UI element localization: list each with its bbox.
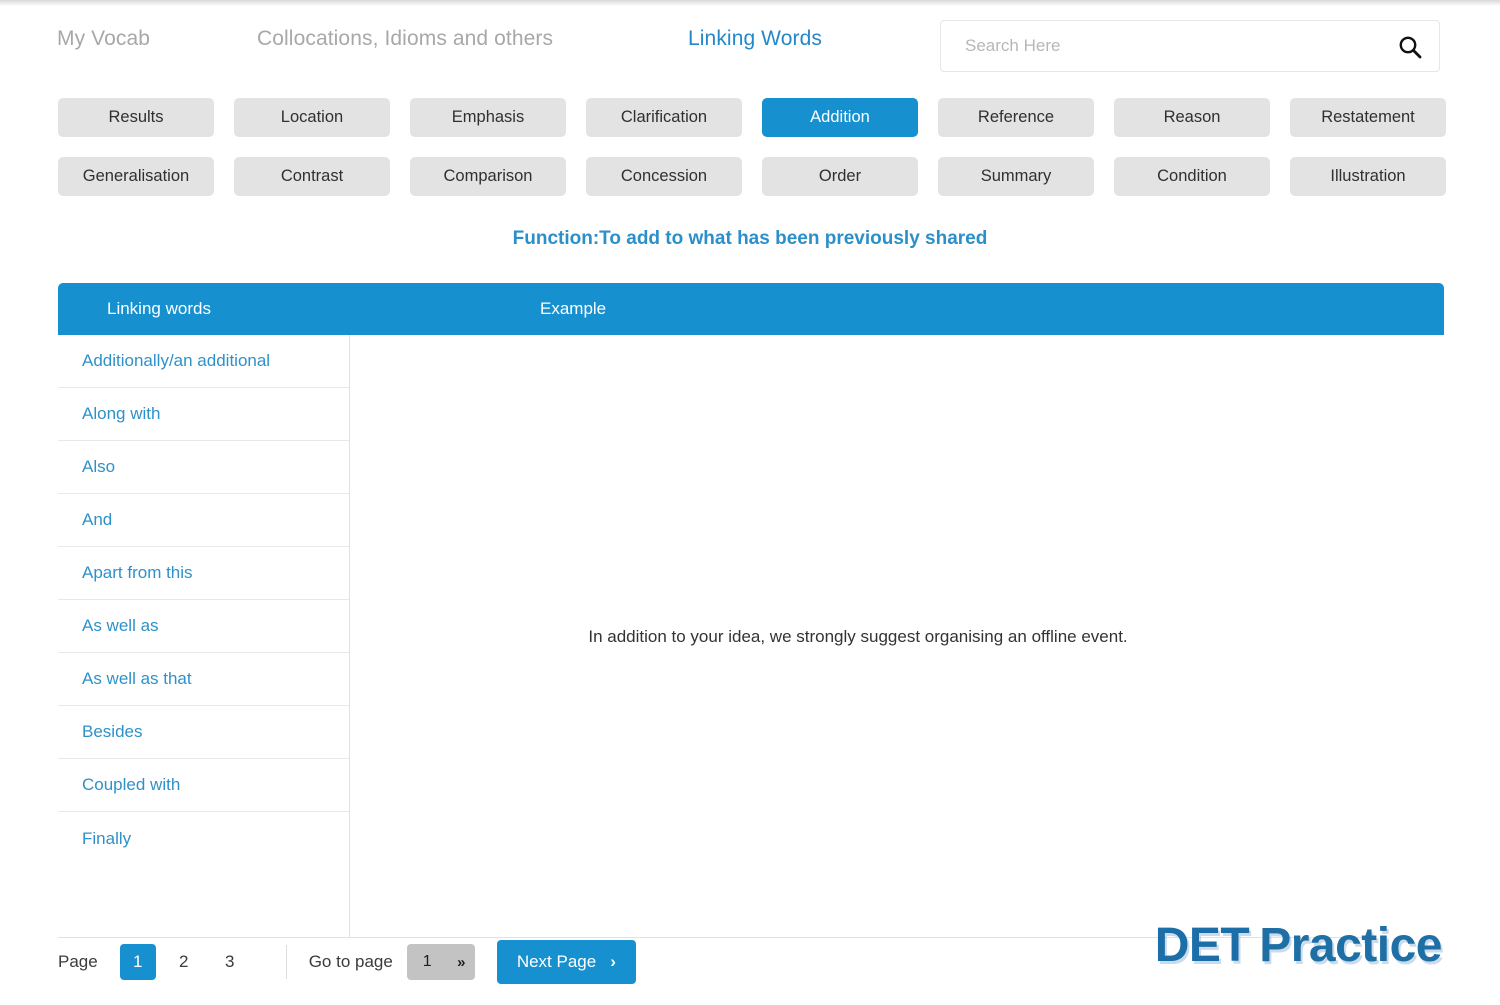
page-header: My Vocab Collocations, Idioms and others… (0, 7, 1500, 79)
nav-item-my-vocab[interactable]: My Vocab (57, 27, 150, 51)
det-practice-logo: DET Practice (1154, 918, 1443, 973)
page-number-3[interactable]: 3 (212, 944, 248, 980)
column-header-example: Example (540, 299, 607, 318)
list-item[interactable]: Finally (58, 812, 349, 865)
logo-text-practice: Practice (1259, 919, 1442, 972)
list-item[interactable]: Apart from this (58, 547, 349, 600)
category-button-grid: Results Location Emphasis Clarification … (58, 98, 1446, 196)
category-button-concession[interactable]: Concession (586, 157, 742, 196)
chevron-right-icon: › (610, 952, 616, 971)
linking-words-column: Additionally/an additional Along with Al… (58, 335, 350, 938)
category-button-emphasis[interactable]: Emphasis (410, 98, 566, 137)
category-button-results[interactable]: Results (58, 98, 214, 137)
double-chevron-right-icon[interactable]: » (457, 955, 465, 970)
category-button-clarification[interactable]: Clarification (586, 98, 742, 137)
search-box[interactable] (940, 20, 1440, 72)
nav-item-collocations[interactable]: Collocations, Idioms and others (257, 27, 553, 51)
example-sentence: In addition to your idea, we strongly su… (588, 626, 1128, 646)
go-to-page-control[interactable]: » (406, 944, 475, 980)
pagination-label: Page (58, 952, 98, 971)
table-body: Additionally/an additional Along with Al… (58, 335, 1365, 938)
list-item[interactable]: As well as that (58, 653, 349, 706)
next-page-button[interactable]: Next Page › (496, 940, 636, 984)
go-to-page-input[interactable] (416, 952, 439, 972)
column-header-linking-words: Linking words (107, 299, 211, 318)
category-button-addition[interactable]: Addition (762, 98, 918, 137)
list-item[interactable]: And (58, 494, 349, 547)
search-icon[interactable] (1397, 34, 1423, 60)
linking-words-page: My Vocab Collocations, Idioms and others… (0, 0, 1500, 1005)
logo-text-det: DET (1154, 919, 1250, 972)
table-header-row: Linking words Example (58, 283, 1444, 335)
list-item[interactable]: Additionally/an additional (58, 335, 349, 388)
page-number-2[interactable]: 2 (166, 944, 202, 980)
go-to-page-label: Go to page (308, 952, 393, 971)
top-shadow-strip (0, 0, 1500, 7)
nav-item-linking-words[interactable]: Linking Words (688, 27, 822, 51)
category-button-reason[interactable]: Reason (1114, 98, 1270, 137)
list-item[interactable]: Coupled with (58, 759, 349, 812)
example-column: In addition to your idea, we strongly su… (351, 335, 1365, 938)
category-button-comparison[interactable]: Comparison (410, 157, 566, 196)
list-item[interactable]: Besides (58, 706, 349, 759)
category-button-restatement[interactable]: Restatement (1290, 98, 1446, 137)
pagination-bar: Page 1 2 3 Go to page » Next Page › (58, 938, 636, 986)
next-page-label: Next Page (516, 952, 597, 971)
list-item[interactable]: As well as (58, 600, 349, 653)
category-button-summary[interactable]: Summary (938, 157, 1094, 196)
category-button-contrast[interactable]: Contrast (234, 157, 390, 196)
list-item[interactable]: Along with (58, 388, 349, 441)
search-input[interactable] (963, 21, 1363, 71)
pagination-divider (285, 945, 287, 979)
linking-words-table: Linking words Example Additionally/an ad… (58, 283, 1444, 938)
category-button-reference[interactable]: Reference (938, 98, 1094, 137)
category-button-location[interactable]: Location (234, 98, 390, 137)
category-button-illustration[interactable]: Illustration (1290, 157, 1446, 196)
list-item[interactable]: Also (58, 441, 349, 494)
category-button-order[interactable]: Order (762, 157, 918, 196)
function-description: Function:To add to what has been previou… (512, 228, 988, 249)
category-button-condition[interactable]: Condition (1114, 157, 1270, 196)
category-button-generalisation[interactable]: Generalisation (58, 157, 214, 196)
page-number-1[interactable]: 1 (119, 944, 156, 980)
